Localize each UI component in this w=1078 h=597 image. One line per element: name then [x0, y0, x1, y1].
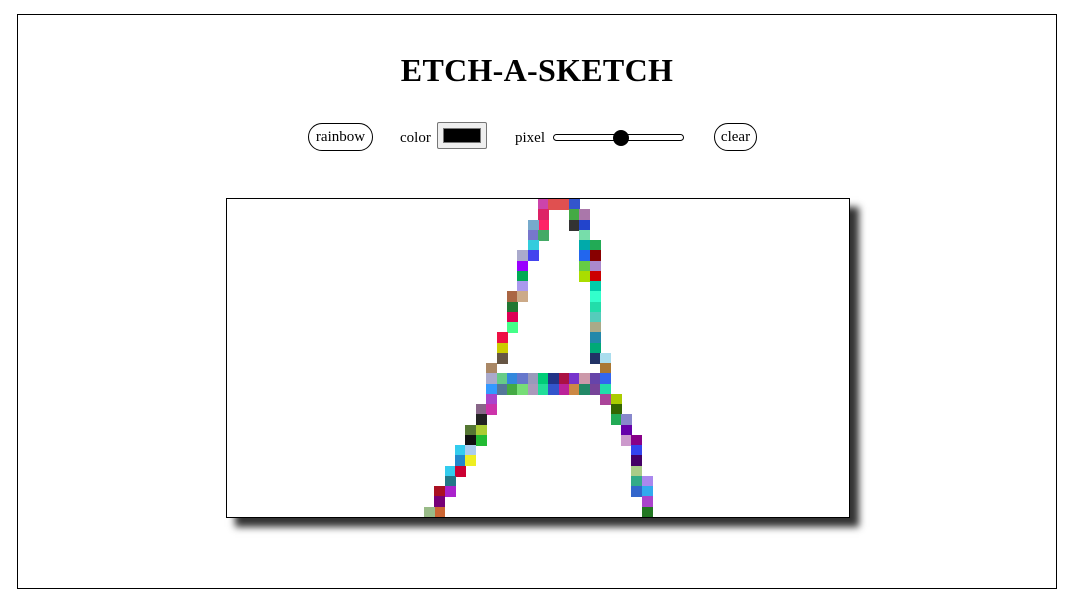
clear-button[interactable]: clear	[714, 123, 757, 151]
sketch-pixel[interactable]	[517, 291, 529, 303]
slider-thumb[interactable]	[612, 130, 629, 146]
sketch-pixel[interactable]	[558, 383, 570, 395]
sketch-pixel[interactable]	[641, 506, 653, 517]
sketch-pixel[interactable]	[569, 383, 581, 395]
sketch-pixel[interactable]	[506, 383, 518, 395]
pixel-label: pixel	[515, 130, 545, 146]
sketch-pixel[interactable]	[579, 383, 591, 395]
sketch-pixel[interactable]	[631, 486, 643, 498]
sketch-pixel[interactable]	[589, 352, 601, 364]
sketch-pixel[interactable]	[589, 383, 601, 395]
sketch-pixel[interactable]	[538, 383, 549, 395]
sketch-pixel[interactable]	[527, 250, 539, 262]
sketch-pixel[interactable]	[475, 434, 487, 446]
sketch-pixel[interactable]	[548, 383, 560, 395]
pixel-size-slider[interactable]	[553, 130, 685, 146]
sketch-pixel[interactable]	[496, 352, 508, 364]
sketch-pixel[interactable]	[548, 199, 560, 210]
sketch-pixel[interactable]	[569, 219, 581, 231]
page-title: ETCH-A-SKETCH	[400, 52, 674, 88]
sketch-pixel[interactable]	[506, 322, 518, 334]
sketch-pixel[interactable]	[486, 404, 498, 416]
color-picker[interactable]	[437, 122, 487, 149]
sketch-canvas[interactable]	[226, 198, 850, 518]
toolbar: rainbow color pixel clear	[18, 122, 1056, 154]
sketch-pixel[interactable]	[455, 465, 467, 477]
sketch-pixel[interactable]	[579, 270, 591, 282]
sketch-pixel[interactable]	[620, 434, 632, 446]
sketch-pixel[interactable]	[434, 506, 446, 517]
sketch-pixel[interactable]	[517, 383, 529, 395]
rainbow-button[interactable]: rainbow	[308, 123, 373, 151]
sketch-pixel[interactable]	[527, 383, 539, 395]
sketch-pixel[interactable]	[465, 455, 477, 467]
sketch-grid[interactable]	[227, 199, 849, 517]
sketch-pixel[interactable]	[538, 229, 549, 241]
sketch-pixel[interactable]	[423, 506, 435, 517]
sketch-pixel[interactable]	[444, 486, 456, 498]
sketch-pixel[interactable]	[600, 393, 612, 405]
color-swatch	[443, 128, 481, 143]
sketch-pixel[interactable]	[610, 414, 622, 426]
sketch-pixel[interactable]	[558, 199, 570, 210]
sketch-pixel[interactable]	[496, 383, 508, 395]
color-label: color	[400, 130, 431, 146]
